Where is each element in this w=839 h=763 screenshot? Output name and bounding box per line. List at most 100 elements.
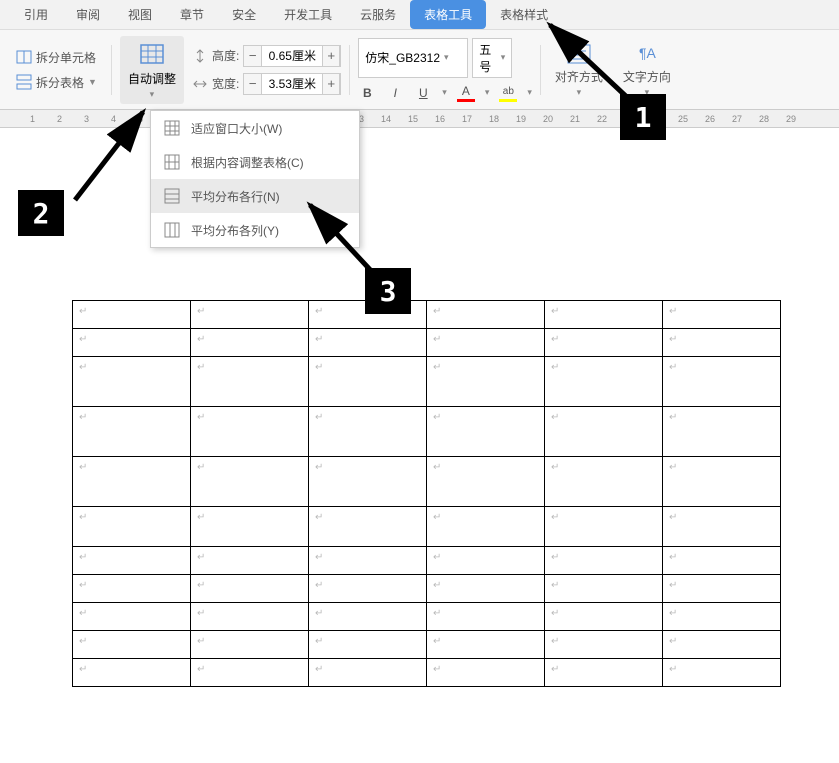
- table-cell[interactable]: ↵: [663, 547, 781, 575]
- table-cell[interactable]: ↵: [545, 457, 663, 507]
- menu-devtools[interactable]: 开发工具: [270, 0, 346, 29]
- table-cell[interactable]: ↵: [663, 575, 781, 603]
- table-cell[interactable]: ↵: [545, 357, 663, 407]
- menu-security[interactable]: 安全: [218, 0, 270, 29]
- underline-button[interactable]: U: [414, 84, 432, 102]
- table-cell[interactable]: ↵: [545, 507, 663, 547]
- document-table[interactable]: ↵↵↵↵↵↵↵↵↵↵↵↵↵↵↵↵↵↵↵↵↵↵↵↵↵↵↵↵↵↵↵↵↵↵↵↵↵↵↵↵…: [72, 300, 781, 687]
- table-cell[interactable]: ↵: [427, 329, 545, 357]
- table-cell[interactable]: ↵: [309, 575, 427, 603]
- split-table-button[interactable]: 拆分表格 ▼: [10, 72, 103, 93]
- height-input[interactable]: [262, 46, 322, 66]
- table-cell[interactable]: ↵: [545, 603, 663, 631]
- height-spinner[interactable]: − +: [243, 45, 341, 67]
- table-row[interactable]: ↵↵↵↵↵↵: [73, 329, 781, 357]
- table-cell[interactable]: ↵: [545, 301, 663, 329]
- table-cell[interactable]: ↵: [191, 659, 309, 687]
- font-name-select[interactable]: 仿宋_GB2312 ▾: [358, 38, 468, 78]
- table-cell[interactable]: ↵: [73, 659, 191, 687]
- table-row[interactable]: ↵↵↵↵↵↵: [73, 457, 781, 507]
- table-cell[interactable]: ↵: [73, 301, 191, 329]
- table-row[interactable]: ↵↵↵↵↵↵: [73, 575, 781, 603]
- table-cell[interactable]: ↵: [191, 329, 309, 357]
- table-cell[interactable]: ↵: [309, 631, 427, 659]
- dropdown-fit-window[interactable]: 适应窗口大小(W): [151, 111, 359, 145]
- table-cell[interactable]: ↵: [663, 631, 781, 659]
- table-cell[interactable]: ↵: [309, 329, 427, 357]
- width-input[interactable]: [262, 74, 322, 94]
- table-cell[interactable]: ↵: [663, 301, 781, 329]
- table-cell[interactable]: ↵: [663, 329, 781, 357]
- auto-adjust-button[interactable]: 自动调整 ▾: [120, 36, 184, 104]
- table-cell[interactable]: ↵: [191, 407, 309, 457]
- table-cell[interactable]: ↵: [427, 575, 545, 603]
- table-row[interactable]: ↵↵↵↵↵↵: [73, 407, 781, 457]
- table-cell[interactable]: ↵: [73, 631, 191, 659]
- table-cell[interactable]: ↵: [663, 659, 781, 687]
- table-row[interactable]: ↵↵↵↵↵↵: [73, 507, 781, 547]
- table-cell[interactable]: ↵: [427, 631, 545, 659]
- table-cell[interactable]: ↵: [191, 457, 309, 507]
- table-cell[interactable]: ↵: [309, 603, 427, 631]
- table-cell[interactable]: ↵: [73, 407, 191, 457]
- table-cell[interactable]: ↵: [309, 457, 427, 507]
- table-cell[interactable]: ↵: [191, 357, 309, 407]
- width-spinner[interactable]: − +: [243, 73, 341, 95]
- bold-button[interactable]: B: [358, 84, 376, 102]
- table-cell[interactable]: ↵: [427, 507, 545, 547]
- table-cell[interactable]: ↵: [545, 631, 663, 659]
- table-cell[interactable]: ↵: [309, 507, 427, 547]
- table-cell[interactable]: ↵: [545, 575, 663, 603]
- table-cell[interactable]: ↵: [191, 603, 309, 631]
- table-cell[interactable]: ↵: [309, 357, 427, 407]
- menu-review[interactable]: 审阅: [62, 0, 114, 29]
- table-cell[interactable]: ↵: [73, 507, 191, 547]
- table-cell[interactable]: ↵: [191, 507, 309, 547]
- table-cell[interactable]: ↵: [191, 301, 309, 329]
- split-cell-button[interactable]: 拆分单元格: [10, 47, 103, 68]
- table-cell[interactable]: ↵: [427, 301, 545, 329]
- table-cell[interactable]: ↵: [427, 603, 545, 631]
- table-cell[interactable]: ↵: [663, 407, 781, 457]
- menu-chapter[interactable]: 章节: [166, 0, 218, 29]
- table-cell[interactable]: ↵: [663, 507, 781, 547]
- table-row[interactable]: ↵↵↵↵↵↵: [73, 547, 781, 575]
- table-row[interactable]: ↵↵↵↵↵↵: [73, 603, 781, 631]
- menu-view[interactable]: 视图: [114, 0, 166, 29]
- table-row[interactable]: ↵↵↵↵↵↵: [73, 659, 781, 687]
- table-cell[interactable]: ↵: [191, 547, 309, 575]
- dropdown-fit-content[interactable]: 根据内容调整表格(C): [151, 145, 359, 179]
- font-color-button[interactable]: A: [457, 84, 475, 102]
- table-cell[interactable]: ↵: [309, 659, 427, 687]
- highlight-button[interactable]: ab: [499, 84, 517, 102]
- table-cell[interactable]: ↵: [663, 457, 781, 507]
- font-size-select[interactable]: 五号 ▾: [472, 38, 512, 78]
- table-cell[interactable]: ↵: [545, 407, 663, 457]
- table-cell[interactable]: ↵: [191, 575, 309, 603]
- table-cell[interactable]: ↵: [73, 547, 191, 575]
- table-cell[interactable]: ↵: [73, 575, 191, 603]
- table-cell[interactable]: ↵: [73, 329, 191, 357]
- menu-cloud[interactable]: 云服务: [346, 0, 410, 29]
- table-cell[interactable]: ↵: [309, 407, 427, 457]
- menu-cite[interactable]: 引用: [10, 0, 62, 29]
- table-cell[interactable]: ↵: [191, 631, 309, 659]
- table-row[interactable]: ↵↵↵↵↵↵: [73, 301, 781, 329]
- height-minus-button[interactable]: −: [244, 46, 262, 66]
- table-cell[interactable]: ↵: [73, 357, 191, 407]
- table-cell[interactable]: ↵: [545, 659, 663, 687]
- italic-button[interactable]: I: [386, 84, 404, 102]
- table-cell[interactable]: ↵: [545, 547, 663, 575]
- table-cell[interactable]: ↵: [427, 407, 545, 457]
- table-cell[interactable]: ↵: [73, 603, 191, 631]
- table-cell[interactable]: ↵: [427, 547, 545, 575]
- table-cell[interactable]: ↵: [427, 659, 545, 687]
- table-cell[interactable]: ↵: [545, 329, 663, 357]
- menu-table-tools[interactable]: 表格工具: [410, 0, 486, 29]
- table-cell[interactable]: ↵: [73, 457, 191, 507]
- table-cell[interactable]: ↵: [309, 547, 427, 575]
- table-cell[interactable]: ↵: [427, 357, 545, 407]
- table-cell[interactable]: ↵: [663, 357, 781, 407]
- table-row[interactable]: ↵↵↵↵↵↵: [73, 357, 781, 407]
- table-row[interactable]: ↵↵↵↵↵↵: [73, 631, 781, 659]
